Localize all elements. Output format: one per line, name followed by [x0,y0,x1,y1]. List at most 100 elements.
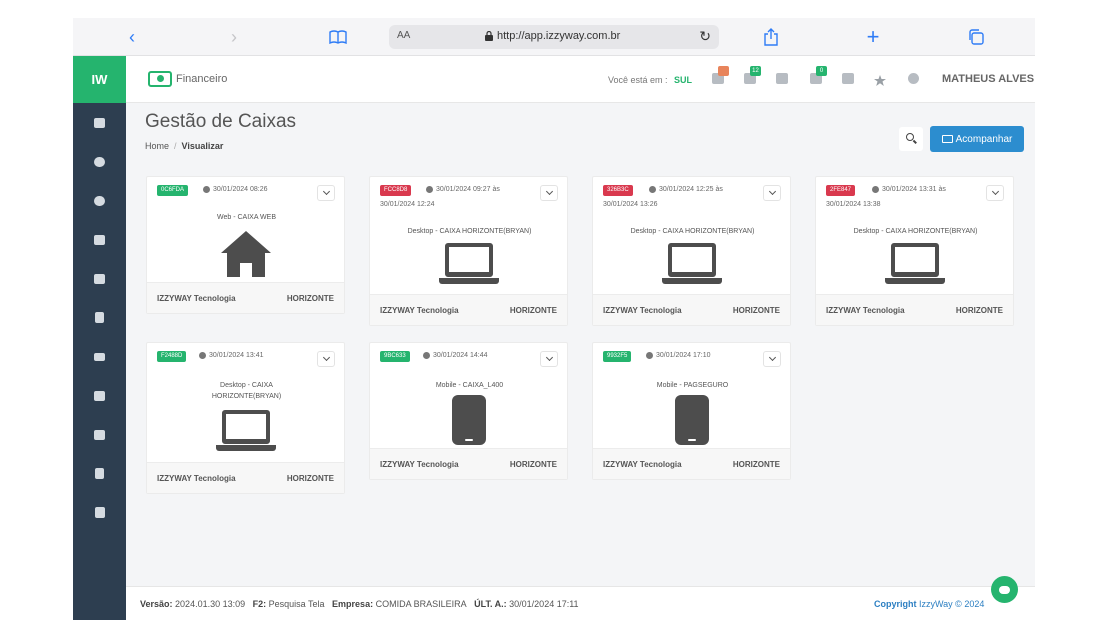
address-bar[interactable]: AA http://app.izzyway.com.br ↻ [389,25,719,49]
sidebar-item-building-icon[interactable] [73,376,126,415]
sidebar-item-cloud-download-icon[interactable] [73,181,126,220]
register-name: Mobile - PAGSEGURO [656,382,729,389]
sidebar-item-calculator-icon[interactable] [73,298,126,337]
sidebar: IW [73,56,126,620]
register-id-tag: FCC8D8 [380,185,412,196]
location-label: Você está em : [608,75,668,85]
card-menu-button[interactable] [540,185,558,201]
reader-settings-button[interactable]: AA [397,30,410,41]
register-name: Desktop - CAIXA HORIZONTE(BRYAN) [407,228,532,235]
unit-name: HORIZONTE [732,460,780,469]
sidebar-item-card-icon[interactable] [73,220,126,259]
bell-icon[interactable]: 0 [810,66,827,84]
company-value: COMIDA BRASILEIRA [375,599,467,609]
star-icon[interactable] [874,73,886,86]
last-access-value: 30/01/2024 17:11 [509,599,579,609]
register-id-tag: 9BC633 [380,351,410,362]
register-name: Web - CAIXA WEB [217,214,276,221]
clock-icon [872,186,879,193]
company-name: IZZYWAY Tecnologia [157,474,236,483]
sidebar-item-chart-icon[interactable] [73,103,126,142]
company-name: IZZYWAY Tecnologia [380,460,459,469]
register-date-end: 30/01/2024 13:38 [826,201,881,208]
tasks-icon[interactable] [776,73,788,84]
chevron-down-icon [545,187,553,196]
register-name: Desktop - CAIXA HORIZONTE(BRYAN) [630,228,755,235]
cash-register-card: 326B3C 30/01/2024 12:25 às 30/01/2024 13… [592,176,791,326]
version-value: 2024.01.30 13:09 [175,599,246,609]
message-icon[interactable]: 12 [744,66,761,84]
card-footer: IZZYWAY Tecnologia HORIZONTE [816,294,1013,325]
new-tab-icon[interactable]: + [862,26,884,48]
status-footer: Versão: 2024.01.30 13:09 F2: Pesquisa Te… [126,586,1035,620]
card-menu-button[interactable] [317,185,335,201]
cash-register-card: 2FE847 30/01/2024 13:31 às 30/01/2024 13… [815,176,1014,326]
back-icon[interactable]: ‹ [121,26,143,48]
card-footer: IZZYWAY Tecnologia HORIZONTE [593,448,790,479]
module-selector[interactable]: Financeiro [148,71,227,87]
monitor-icon [941,135,953,143]
register-name: Desktop - CAIXA HORIZONTE(BRYAN) [853,228,978,235]
card-footer: IZZYWAY Tecnologia HORIZONTE [370,294,567,325]
search-button[interactable] [899,127,923,151]
reload-icon[interactable]: ↻ [699,28,711,45]
app-logo[interactable]: IW [73,56,126,103]
breadcrumb: Home / Visualizar [145,141,223,151]
lock-icon [485,31,493,41]
card-menu-button[interactable] [540,351,558,367]
chevron-down-icon [991,187,999,196]
money-icon [148,71,172,87]
clock-icon [426,186,433,193]
chat-icon [999,585,1010,594]
card-menu-button[interactable] [763,351,781,367]
laptop-icon [662,243,722,287]
sidebar-item-cloud-upload-icon[interactable] [73,142,126,181]
register-name: Mobile - CAIXA_L400 [435,382,504,389]
calendar-icon[interactable] [842,73,854,84]
tabs-overview-icon[interactable] [965,26,987,48]
register-id-tag: F2488D [157,351,187,362]
copyright-text[interactable]: IzzyWay © 2024 [919,599,984,609]
clock-icon [199,352,206,359]
notification-badge [718,66,729,76]
f2-value: Pesquisa Tela [268,599,325,609]
sidebar-item-file-icon[interactable] [73,454,126,493]
card-menu-button[interactable] [763,185,781,201]
chat-button[interactable] [991,576,1018,603]
card-footer: IZZYWAY Tecnologia HORIZONTE [593,294,790,325]
register-id-tag: 326B3C [603,185,633,196]
company-label: Empresa: [332,599,374,609]
unit-name: HORIZONTE [732,306,780,315]
footer-info: Versão: 2024.01.30 13:09 F2: Pesquisa Te… [140,599,579,609]
card-menu-button[interactable] [317,351,335,367]
laptop-icon [216,410,276,454]
register-id-tag: 0C6FDA [157,185,189,196]
clock-icon [423,352,430,359]
sidebar-item-list-icon[interactable] [73,337,126,376]
follow-button[interactable]: Acompanhar [930,126,1024,152]
chevron-down-icon [545,353,553,362]
house-icon [221,231,271,277]
cash-register-card: FCC8D8 30/01/2024 09:27 às 30/01/2024 12… [369,176,568,326]
phone-icon [452,395,486,445]
cash-register-card: 0C6FDA 30/01/2024 08:26 Web - CAIXA WEB … [146,176,345,314]
sidebar-item-card-icon[interactable] [73,415,126,454]
url-text: http://app.izzyway.com.br [497,30,621,42]
share-icon[interactable] [760,26,782,48]
copyright: Copyright IzzyWay © 2024 [874,599,984,609]
notification-badge: 12 [750,66,761,76]
bookmarks-icon[interactable] [327,26,349,48]
chevron-down-icon [768,187,776,196]
sidebar-item-copy-icon[interactable] [73,493,126,532]
breadcrumb-home[interactable]: Home [145,141,169,151]
forward-icon[interactable]: › [223,26,245,48]
location-value[interactable]: SUL [674,75,692,85]
sidebar-item-chart-icon[interactable] [73,259,126,298]
register-id-tag: 9932F5 [603,351,632,362]
sitemap-icon[interactable] [712,66,729,84]
help-icon[interactable] [908,73,919,84]
card-menu-button[interactable] [986,185,1004,201]
user-menu[interactable]: MATHEUS ALVES [942,73,1034,85]
unit-name: HORIZONTE [509,460,557,469]
cash-register-grid: 0C6FDA 30/01/2024 08:26 Web - CAIXA WEB … [146,176,1026,516]
